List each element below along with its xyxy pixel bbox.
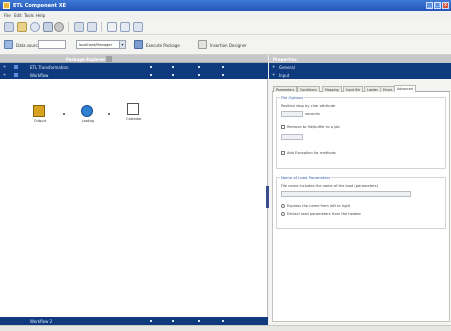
database-icon bbox=[4, 40, 13, 49]
server-value: localhost/Manager bbox=[79, 43, 113, 47]
menu-file[interactable]: File bbox=[4, 13, 11, 18]
fieldset-file-options: File Options Position stop by char attri… bbox=[276, 95, 446, 169]
insertion-designer-button[interactable]: Insertion Designer bbox=[210, 43, 247, 48]
left-pane-header: Package Explorer bbox=[0, 55, 268, 63]
add-exception-label: Add Exception for methods bbox=[287, 151, 336, 155]
menu-bar: File Edit Tools Help bbox=[0, 11, 451, 19]
group-icon bbox=[14, 73, 18, 77]
properties-title: Properties bbox=[269, 55, 451, 63]
help-icon[interactable] bbox=[133, 22, 143, 32]
properties-tabs: Parameters Conditions Mapping Input file… bbox=[272, 85, 450, 92]
execute-package-button[interactable]: Execute Package bbox=[146, 43, 180, 48]
menu-help[interactable]: Help bbox=[36, 13, 45, 18]
designer-icon[interactable] bbox=[198, 40, 207, 49]
node-label: Lookup bbox=[81, 119, 95, 123]
title-bar: ETL Component XE _ □ x bbox=[0, 0, 451, 11]
paste-icon[interactable] bbox=[87, 22, 97, 32]
toolbar-separator bbox=[101, 22, 102, 32]
copy-icon[interactable] bbox=[74, 22, 84, 32]
remove-buffer-label: Remove to file/buffer to a job bbox=[287, 125, 340, 129]
expand-icon[interactable]: + bbox=[272, 64, 275, 69]
section-input[interactable]: + Input bbox=[269, 71, 451, 79]
group-label: Workflow 2 bbox=[30, 319, 53, 324]
designer-canvas[interactable]: Output Lookup Calendar bbox=[0, 79, 268, 317]
section-label: Input bbox=[279, 73, 290, 78]
group-icon bbox=[14, 65, 18, 69]
data-source-select[interactable] bbox=[38, 40, 66, 49]
left-pane-title: Package Explorer bbox=[66, 57, 106, 62]
position-text: Position stop by char attribute bbox=[281, 104, 336, 108]
menu-tools[interactable]: Tools bbox=[24, 13, 34, 18]
fieldset-legend: File Options bbox=[280, 95, 305, 100]
node-label: Calendar bbox=[126, 117, 142, 121]
load-name-input[interactable] bbox=[281, 191, 411, 197]
pin-icon[interactable] bbox=[106, 56, 112, 62]
tab-advanced[interactable]: Advanced bbox=[394, 85, 416, 92]
cut-icon[interactable] bbox=[54, 22, 64, 32]
seconds-input[interactable] bbox=[281, 111, 303, 117]
group-label: Workflow bbox=[30, 73, 49, 78]
expand-icon[interactable]: + bbox=[272, 72, 275, 77]
connector-dot bbox=[63, 113, 65, 115]
radio-left-to-right-label: Express the name from left to right bbox=[287, 204, 351, 208]
sphere-icon bbox=[81, 105, 93, 117]
status-bar bbox=[0, 325, 451, 331]
back-icon[interactable] bbox=[30, 22, 40, 32]
node-label: Output bbox=[33, 119, 47, 123]
add-exception-checkbox[interactable] bbox=[281, 151, 285, 155]
chevron-down-icon[interactable]: ▾ bbox=[119, 41, 125, 48]
section-label: General bbox=[279, 65, 295, 70]
export-icon bbox=[33, 105, 45, 117]
properties-panel: File Options Position stop by char attri… bbox=[272, 92, 450, 322]
grid-icon[interactable] bbox=[107, 22, 117, 32]
window-title: ETL Component XE bbox=[13, 3, 66, 9]
group-bar-transformation[interactable]: + ETL Transformation bbox=[0, 63, 268, 71]
save-icon[interactable] bbox=[43, 22, 53, 32]
menu-edit[interactable]: Edit bbox=[14, 13, 22, 18]
app-icon bbox=[3, 2, 10, 9]
buffer-input[interactable] bbox=[281, 134, 303, 140]
expand-icon[interactable]: + bbox=[3, 64, 6, 69]
toolbar bbox=[0, 19, 451, 35]
expand-icon[interactable]: + bbox=[3, 72, 6, 77]
seconds-label: seconds bbox=[305, 112, 320, 116]
radio-left-to-right[interactable] bbox=[281, 204, 285, 208]
radio-from-header-label: Extract load parameters from the header bbox=[287, 212, 362, 216]
server-select[interactable]: localhost/Manager ▾ bbox=[76, 40, 126, 49]
group-bar-workflow[interactable]: + Workflow bbox=[0, 71, 268, 79]
connection-bar: Data source localhost/Manager ▾ Execute … bbox=[0, 35, 451, 55]
maximize-button[interactable]: □ bbox=[434, 2, 441, 9]
group-label: ETL Transformation bbox=[30, 65, 69, 70]
toolbar-separator bbox=[68, 22, 69, 32]
close-button[interactable]: x bbox=[442, 2, 449, 9]
minimize-button[interactable]: _ bbox=[426, 2, 433, 9]
data-source-label: Data source bbox=[16, 43, 41, 48]
radio-from-header[interactable] bbox=[281, 212, 285, 216]
new-icon[interactable] bbox=[4, 22, 14, 32]
section-general[interactable]: + General bbox=[269, 63, 451, 71]
application-window: ETL Component XE _ □ x File Edit Tools H… bbox=[0, 0, 451, 331]
execute-icon[interactable] bbox=[134, 40, 143, 49]
file-name-text: File name includes the name of the load … bbox=[281, 184, 379, 188]
remove-buffer-checkbox[interactable] bbox=[281, 125, 285, 129]
connector-dot bbox=[108, 113, 110, 115]
fieldset-load-parameters: Name of Load Parameters File name includ… bbox=[276, 175, 446, 229]
calendar-icon bbox=[127, 103, 139, 115]
open-icon[interactable] bbox=[17, 22, 27, 32]
properties-pane: Properties + General + Input Parameters … bbox=[269, 55, 451, 325]
chart-icon[interactable] bbox=[120, 22, 130, 32]
fieldset-legend: Name of Load Parameters bbox=[280, 175, 332, 180]
group-bar-workflow-2[interactable]: Workflow 2 bbox=[0, 317, 268, 325]
